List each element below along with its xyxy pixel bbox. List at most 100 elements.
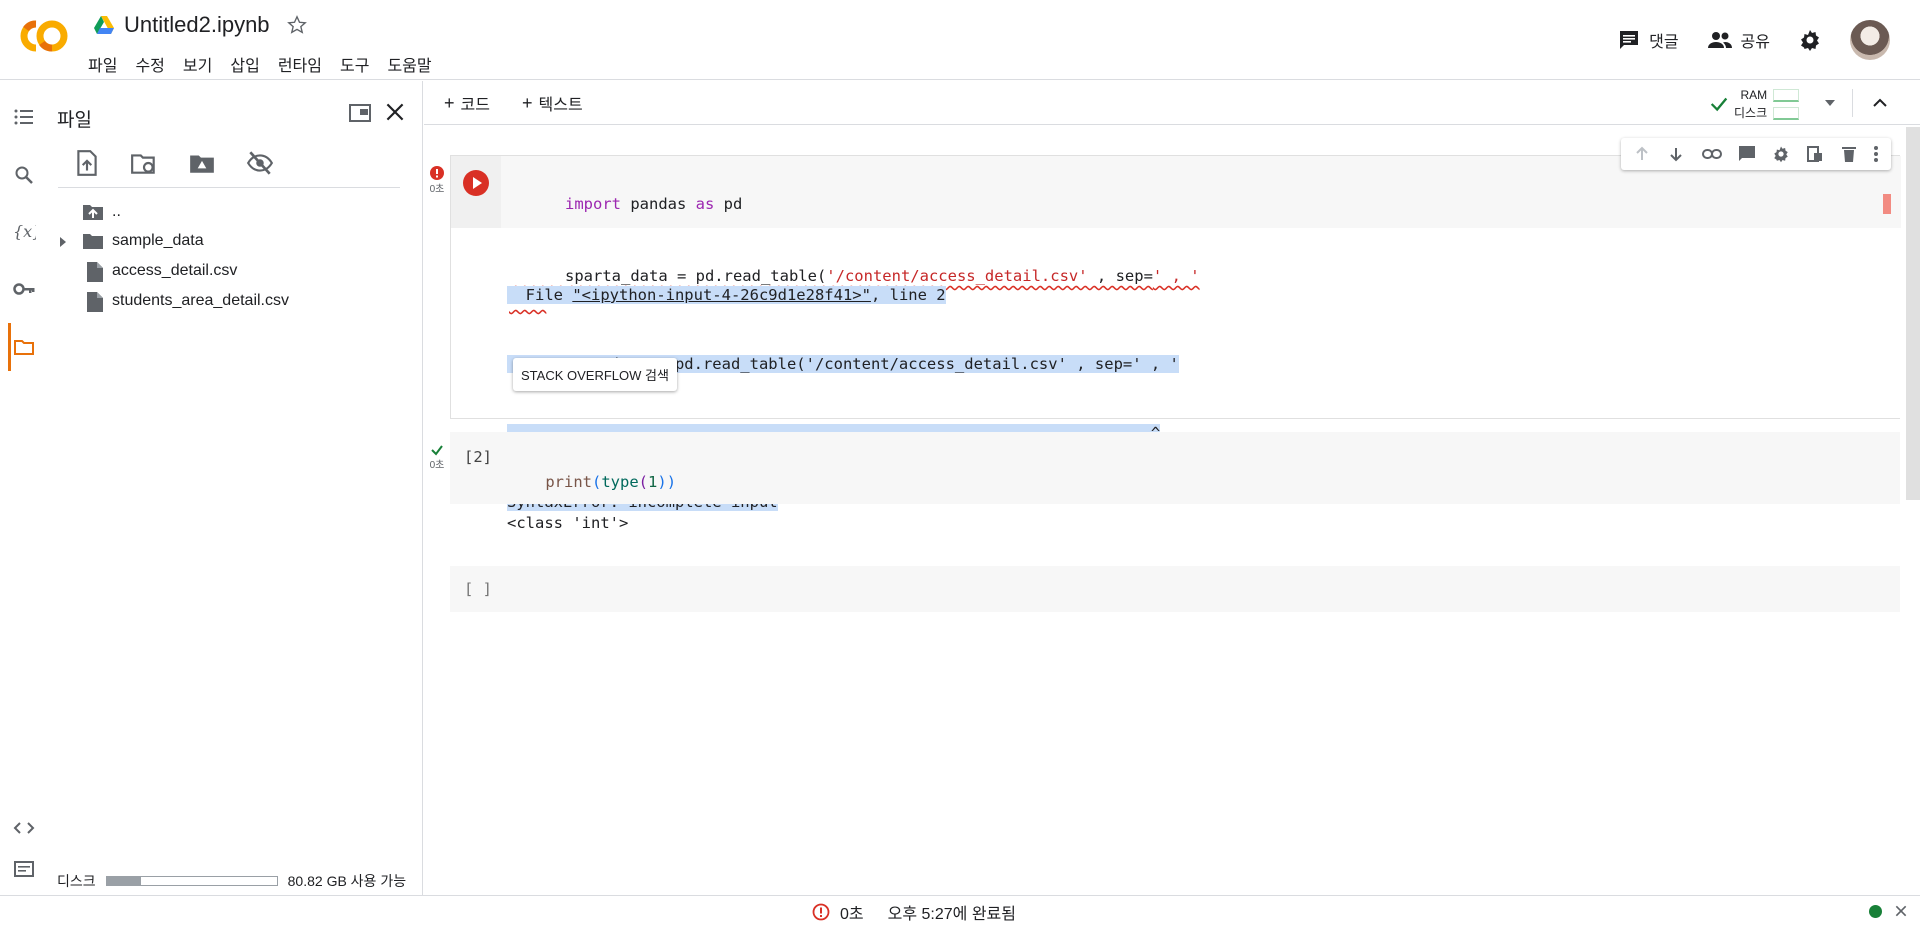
runtime-dropdown-icon[interactable] [1822,95,1838,111]
expand-chevron-icon[interactable] [58,236,68,248]
menu-tools[interactable]: 도구 [340,52,369,76]
output-text: File [507,286,573,304]
code-cell-1[interactable]: import pandas as pd sparta_data = pd.rea… [450,138,1901,511]
share-label: 공유 [1740,34,1770,51]
file-icon [87,262,103,282]
settings-gear-icon[interactable] [1798,28,1822,52]
files-divider [58,187,400,188]
open-in-tab-icon[interactable] [348,101,372,125]
tree-item-label: sample_data [112,232,204,249]
code-token: print [545,473,592,491]
folder-icon[interactable] [12,335,36,359]
code-line-1: print(type(1)) [508,446,676,518]
code-token: ( [592,473,602,491]
variables-icon[interactable]: {x} [12,219,36,243]
success-check-icon [431,445,443,456]
more-vert-icon[interactable] [1873,145,1879,163]
code-token: ( [638,473,649,491]
notebook-scrollbar[interactable] [1906,127,1920,500]
cell-1-status: 0초 [428,166,446,195]
cell-toolbar [1621,138,1891,170]
active-tab-indicator [8,323,11,371]
run-cell-button[interactable] [463,170,489,196]
star-icon[interactable] [286,14,308,36]
close-icon[interactable] [1893,903,1909,919]
cell-2-status: 0초 [428,444,446,471]
notebook-title[interactable]: Untitled2.ipynb [124,12,270,38]
disk-meter [1773,107,1800,121]
parent-folder-icon [83,205,103,220]
plus-icon: + [444,92,455,113]
files-toolbar [74,149,274,177]
add-text-cell-button[interactable]: + 텍스트 [522,91,583,115]
code-token: type [601,473,639,491]
delete-trash-icon[interactable] [1841,145,1857,163]
cell-3-editor[interactable] [450,566,1900,612]
cell-2-output: <class 'int'> [507,514,629,532]
stack-overflow-search-button[interactable]: STACK OVERFLOW 검색 [513,358,677,391]
folder-icon [83,234,103,249]
menu-view[interactable]: 보기 [183,52,212,76]
search-icon[interactable] [12,163,36,187]
status-message: 오후 5:27에 완료됨 [887,906,1016,923]
connection-status-dot[interactable] [1869,905,1882,918]
table-of-contents-icon[interactable] [12,105,36,129]
refresh-folder-icon[interactable] [130,149,158,177]
terminal-icon[interactable] [12,857,36,881]
add-code-cell-button[interactable]: + 코드 [444,91,490,115]
people-icon [1707,32,1732,48]
mirror-cell-icon[interactable] [1806,145,1824,163]
menu-edit[interactable]: 수정 [135,52,164,76]
mount-drive-icon[interactable] [188,149,216,177]
error-outline-icon [812,903,830,921]
files-panel-title: 파일 [57,110,92,131]
files-panel: 파일 .. sample_data access_detail.csv stud… [48,81,423,895]
disk-label: 디스크 [57,873,96,889]
hide-files-eye-off-icon[interactable] [246,149,274,177]
menu-help[interactable]: 도움말 [387,52,431,76]
add-text-label: 텍스트 [538,97,583,114]
disk-usage: 디스크 80.82 GB 사용 가능 [57,871,406,891]
tree-item-label: access_detail.csv [112,262,238,279]
code-token: pandas [621,195,696,213]
close-icon[interactable] [382,99,408,125]
code-snippets-icon[interactable] [12,816,36,840]
share-button[interactable]: 공유 [1707,28,1770,52]
code-cell-3[interactable]: [ ] [450,566,1900,612]
comment-label: 댓글 [1649,34,1679,51]
google-drive-icon [94,16,114,34]
connected-check-icon [1710,97,1728,112]
comment-button[interactable]: 댓글 [1617,28,1679,52]
move-cell-down-icon[interactable] [1667,145,1685,163]
secrets-key-icon[interactable] [12,277,36,301]
user-avatar[interactable] [1850,20,1890,60]
move-cell-up-icon[interactable] [1633,145,1651,163]
resource-monitor[interactable]: RAM 디스크 [1734,86,1800,122]
comment-icon[interactable] [1738,145,1756,163]
error-scroll-marker [1883,194,1891,214]
upload-file-icon[interactable] [74,149,100,177]
tree-item-label: .. [112,203,121,220]
code-token: import [565,195,621,213]
code-cell-2[interactable]: [2] print(type(1)) [450,432,1900,504]
code-token: 1 [648,473,658,491]
menu-file[interactable]: 파일 [88,52,117,76]
cell-3-exec-count: [ ] [464,580,492,598]
cell-2-exec-count: [2] [464,448,492,466]
link-icon[interactable] [1701,145,1722,163]
error-icon [430,166,444,180]
ram-label: RAM [1740,88,1768,102]
cell-settings-gear-icon[interactable] [1772,145,1790,163]
collapse-chevron-up-icon[interactable] [1870,93,1890,113]
colab-logo[interactable] [18,18,70,54]
code-token: as [695,195,715,213]
disk-available: 80.82 GB 사용 가능 [287,873,407,889]
traceback-link[interactable]: "<ipython-input-4-26c9d1e28f41>" [572,286,871,304]
output-text: , line 2 [870,286,946,304]
left-rail: {x} [0,81,48,895]
menu-runtime[interactable]: 런타임 [278,52,322,76]
execution-status[interactable]: 0초 오후 5:27에 완료됨 [812,900,1016,924]
app-header: Untitled2.ipynb 파일 수정 보기 삽입 런타임 도구 도움말 댓… [0,0,1920,80]
notebook-toolbar: + 코드 + 텍스트 RAM 디스크 [424,81,1920,125]
menu-insert[interactable]: 삽입 [230,52,259,76]
